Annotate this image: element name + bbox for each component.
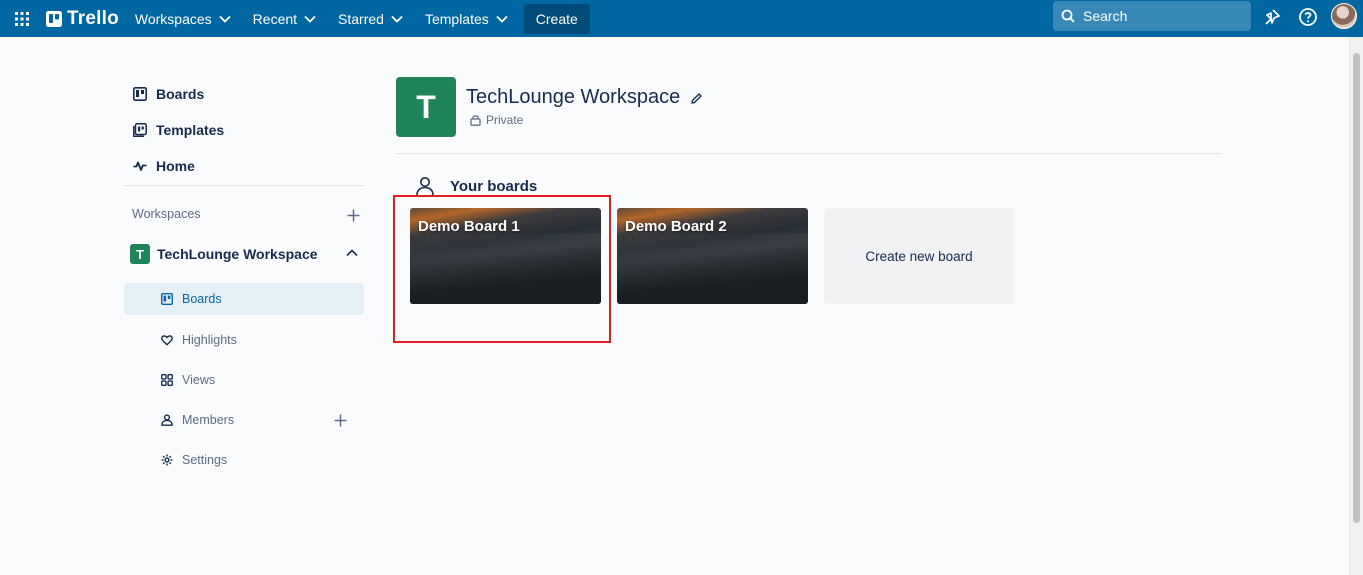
section-title: Your boards [450,177,538,195]
gear-icon [161,454,173,466]
board-tile-demo-board-1[interactable]: Demo Board 1 [410,208,601,304]
sidebar-divider [124,185,364,186]
nav-workspaces[interactable]: Workspaces [125,3,241,35]
add-member-button[interactable] [330,410,350,430]
sidebar-item-highlights[interactable]: Highlights [124,324,364,356]
create-new-board-button[interactable]: Create new board [824,208,1014,304]
sidebar-item-label: Templates [156,122,225,138]
workspace-logo: T [396,77,456,137]
nav-recent-label: Recent [252,10,298,27]
workspace-name: TechLounge Workspace [157,246,318,262]
sidebar: Boards Templates Home [124,76,364,184]
sidebar-item-label: Views [182,373,216,387]
page-title: TechLounge Workspace [466,86,681,108]
sidebar-item-label: Home [156,158,195,174]
chevron-down-icon [496,15,508,23]
your-boards-heading: Your boards [414,175,537,197]
nav-workspaces-label: Workspaces [134,10,212,27]
workspaces-heading: Workspaces [132,207,201,221]
sidebar-item-label: Highlights [182,333,237,347]
sidebar-item-label: Boards [182,292,222,306]
members-icon [161,414,173,426]
chevron-up-icon[interactable] [342,244,362,262]
plus-icon [347,209,359,221]
search-placeholder: Search [1083,8,1128,24]
board-icon [161,293,173,305]
board-title: Demo Board 2 [625,218,727,235]
board-title: Demo Board 1 [418,218,520,235]
person-icon [416,177,434,196]
workspace-visibility: Private [470,113,523,127]
nav-recent[interactable]: Recent [243,3,326,35]
trello-logo[interactable]: Trello [42,3,123,35]
sidebar-item-settings[interactable]: Settings [124,444,364,476]
avatar[interactable] [1331,3,1357,29]
nav-templates[interactable]: Templates [415,3,518,35]
board-background [617,234,808,304]
template-icon [133,123,147,137]
board-background [410,234,601,304]
grid-icon [161,374,173,386]
create-button[interactable]: Create [523,3,590,34]
header-divider [396,153,1221,154]
edit-pencil-icon[interactable] [688,90,704,106]
heart-icon [161,335,173,346]
lock-icon [470,115,481,126]
sidebar-item-views[interactable]: Views [124,364,364,396]
sidebar-workspace-techlounge[interactable]: T TechLounge Workspace [124,240,364,268]
page-scrollbar[interactable] [1349,37,1363,575]
search-icon [1061,9,1075,23]
nav-templates-label: Templates [424,10,489,27]
nav-starred-label: Starred [338,10,384,27]
trello-wordmark: Trello [67,7,119,29]
top-navigation-bar: Trello Workspaces Recent Starred Templat… [0,0,1363,37]
workspace-badge: T [130,244,150,264]
sidebar-item-members[interactable]: Members [124,404,364,436]
notifications-icon[interactable] [1258,3,1286,31]
apps-grid-icon[interactable] [6,3,38,35]
help-icon[interactable] [1294,3,1322,31]
sidebar-item-workspace-boards[interactable]: Boards [124,283,364,315]
add-workspace-button[interactable] [343,205,363,225]
nav-starred[interactable]: Starred [328,3,413,35]
trello-logo-icon [46,10,62,27]
chevron-down-icon [219,15,231,23]
board-tile-demo-board-2[interactable]: Demo Board 2 [617,208,808,304]
sidebar-item-label: Members [182,413,235,427]
sidebar-item-label: Boards [156,86,205,102]
sidebar-item-home[interactable]: Home [124,148,364,184]
search-input[interactable]: Search [1053,1,1251,31]
sidebar-item-templates[interactable]: Templates [124,112,364,148]
chevron-down-icon [391,15,403,23]
sidebar-item-label: Settings [182,453,228,467]
sidebar-item-boards[interactable]: Boards [124,76,364,112]
plus-icon [334,414,346,426]
board-icon [133,87,147,101]
visibility-label: Private [486,113,524,127]
activity-icon [133,161,147,171]
chevron-down-icon [304,15,316,23]
scrollbar-thumb[interactable] [1353,53,1360,523]
